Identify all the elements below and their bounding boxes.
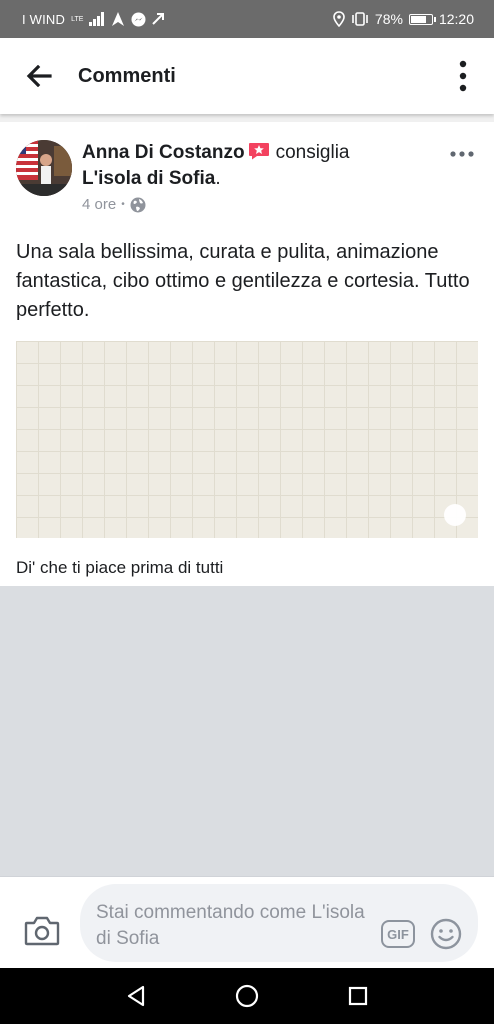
page-name[interactable]: L'isola di Sofia — [82, 168, 215, 189]
battery-level — [410, 15, 426, 23]
recommendation-icon — [248, 142, 270, 160]
post-options-button[interactable] — [446, 142, 478, 166]
comments-empty-area — [0, 586, 494, 876]
comment-placeholder: Stai commentando come L'isola di Sofia — [96, 902, 365, 949]
battery-icon — [408, 13, 436, 25]
avatar[interactable] — [16, 140, 72, 196]
network-icon: LTE — [71, 16, 83, 23]
signal-icon — [89, 12, 105, 26]
circle-home-icon — [235, 984, 259, 1008]
nav-recents-button[interactable] — [338, 976, 378, 1016]
vertical-dots-icon — [459, 60, 467, 92]
more-options-button[interactable] — [448, 56, 478, 96]
navigation-icon — [111, 12, 125, 26]
horizontal-dots-icon — [450, 151, 474, 157]
battery-percent: 78% — [374, 11, 403, 27]
notification-icon — [152, 13, 165, 25]
gif-button[interactable]: GIF — [381, 920, 415, 948]
camera-icon — [24, 916, 60, 946]
back-button[interactable] — [24, 61, 54, 91]
page-suffix: . — [215, 168, 221, 189]
smiley-icon — [430, 918, 462, 950]
post-meta: 4 ore • — [82, 196, 146, 213]
comment-input[interactable]: Stai commentando come L'isola di Sofia G… — [80, 884, 478, 962]
recommends-text: consiglia — [275, 142, 350, 163]
emoji-button[interactable] — [430, 918, 462, 950]
meta-separator: • — [121, 199, 125, 210]
arrow-left-icon — [26, 65, 52, 87]
post-text: Una sala bellissima, curata e pulita, an… — [16, 241, 470, 321]
carrier-name: I WIND — [22, 11, 66, 27]
messenger-icon — [131, 12, 146, 27]
map-location-dot — [444, 504, 466, 526]
post-header: Anna Di Costanzo consiglia L'isola di Sof… — [16, 140, 478, 220]
like-prompt: Di' che ti piace prima di tutti — [16, 558, 224, 577]
system-nav-bar — [0, 968, 494, 1024]
comment-composer: Stai commentando come L'isola di Sofia G… — [0, 876, 494, 968]
clock: 12:20 — [438, 11, 474, 27]
location-icon — [333, 11, 345, 27]
camera-button[interactable] — [24, 915, 62, 949]
page-title: Commenti — [78, 64, 176, 87]
vibrate-icon — [351, 12, 369, 26]
nav-home-button[interactable] — [227, 976, 267, 1016]
post-headline: Anna Di Costanzo consiglia L'isola di Sof… — [82, 140, 422, 192]
avatar-photo — [16, 140, 72, 196]
triangle-back-icon — [127, 985, 144, 1007]
globe-icon — [130, 197, 146, 212]
post-card: Anna Di Costanzo consiglia L'isola di Sof… — [0, 114, 494, 586]
author-name[interactable]: Anna Di Costanzo — [82, 142, 245, 163]
nav-back-button[interactable] — [116, 976, 156, 1016]
map-preview[interactable] — [16, 341, 478, 538]
post-time[interactable]: 4 ore — [82, 196, 116, 213]
app-bar: Commenti — [0, 38, 494, 114]
status-bar: I WIND LTE 78% 12:20 — [0, 0, 494, 38]
square-recents-icon — [349, 986, 368, 1006]
network-type: LTE — [71, 15, 84, 23]
